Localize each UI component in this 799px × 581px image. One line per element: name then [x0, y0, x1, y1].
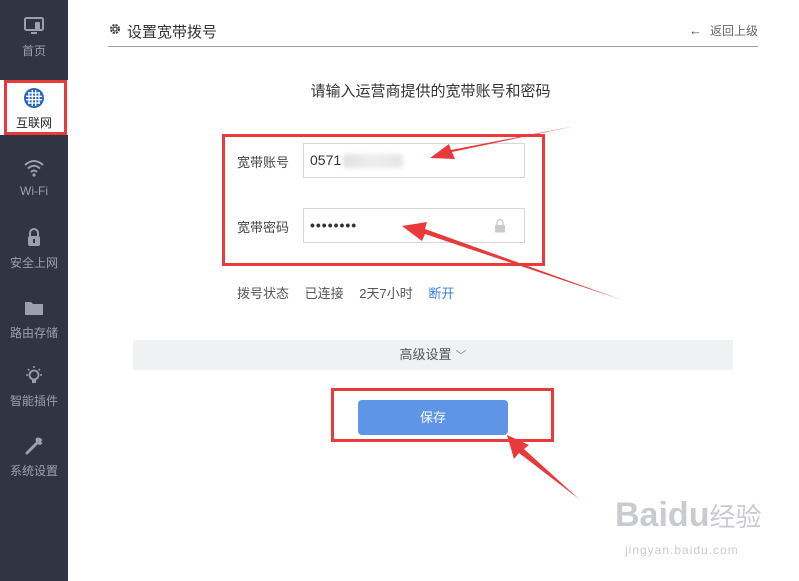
- status-label: 拨号状态: [237, 286, 290, 301]
- advanced-settings-toggle[interactable]: 高级设置 ﹀: [133, 340, 733, 370]
- sidebar-item-label: 系统设置: [9, 464, 58, 478]
- status-value: 已连接: [304, 286, 344, 301]
- sidebar-item-security[interactable]: 安全上网: [0, 220, 68, 284]
- sidebar-item-wifi[interactable]: Wi-Fi: [0, 150, 68, 214]
- annotation-arrow-save: [507, 435, 579, 499]
- save-button[interactable]: 保存: [358, 400, 508, 435]
- sidebar-item-label: 互联网: [15, 116, 52, 130]
- account-input[interactable]: 0571: [303, 143, 525, 178]
- blurred-region: [343, 154, 404, 169]
- sidebar-item-plugins[interactable]: 智能插件: [0, 358, 68, 422]
- baidu-watermark: Baidu经验 jingyan.baidu.com: [615, 496, 762, 557]
- instruction-label: 请输入运营商提供的宽带账号和密码: [310, 83, 551, 100]
- lock-icon: [495, 218, 505, 233]
- arrow-left-icon: ←: [688, 23, 702, 38]
- watermark-cn: 经验: [709, 502, 762, 532]
- folder-icon: [25, 302, 43, 315]
- sidebar-item-label: 安全上网: [9, 256, 58, 270]
- uptime-value: 2天7小时: [359, 286, 413, 301]
- watermark-url: jingyan.baidu.com: [625, 543, 739, 557]
- sidebar-item-home[interactable]: 首页: [0, 8, 68, 72]
- monitor-icon: [24, 17, 44, 34]
- gear-icon: [109, 23, 121, 35]
- password-label: 宽带密码: [237, 220, 290, 235]
- page-title: 设置宽带拨号: [127, 24, 218, 41]
- account-label: 宽带账号: [237, 155, 290, 170]
- instruction-text: 请输入运营商提供的宽带账号和密码: [0, 80, 799, 101]
- disconnect-link[interactable]: 断开: [428, 286, 454, 301]
- watermark-brand: Bai: [615, 496, 668, 534]
- back-label: 返回上级: [709, 24, 758, 38]
- chevron-down-icon: ﹀: [455, 350, 467, 362]
- password-value: ••••••••: [310, 217, 358, 233]
- watermark-brand-suffix: du: [667, 496, 710, 534]
- sidebar-item-label: 路由存储: [9, 326, 58, 340]
- back-link[interactable]: ← 返回上级: [689, 22, 758, 39]
- password-input[interactable]: ••••••••: [303, 208, 525, 243]
- account-value: 0571: [310, 152, 342, 168]
- wrench-icon: [25, 437, 43, 455]
- sidebar-item-system[interactable]: 系统设置: [0, 428, 68, 492]
- wifi-icon: [24, 160, 44, 177]
- lock-icon: [28, 228, 40, 246]
- sidebar-item-label: 首页: [21, 44, 46, 58]
- lightbulb-icon: [26, 366, 42, 383]
- page-header: 设置宽带拨号 ← 返回上级: [108, 18, 758, 47]
- sidebar-item-storage[interactable]: 路由存储: [0, 290, 68, 354]
- dial-status-row: 拨号状态 已连接 2天7小时 断开: [237, 283, 466, 302]
- sidebar-item-label: Wi-Fi: [20, 184, 48, 198]
- sidebar-item-label: 智能插件: [9, 394, 58, 408]
- advanced-label: 高级设置: [399, 347, 452, 362]
